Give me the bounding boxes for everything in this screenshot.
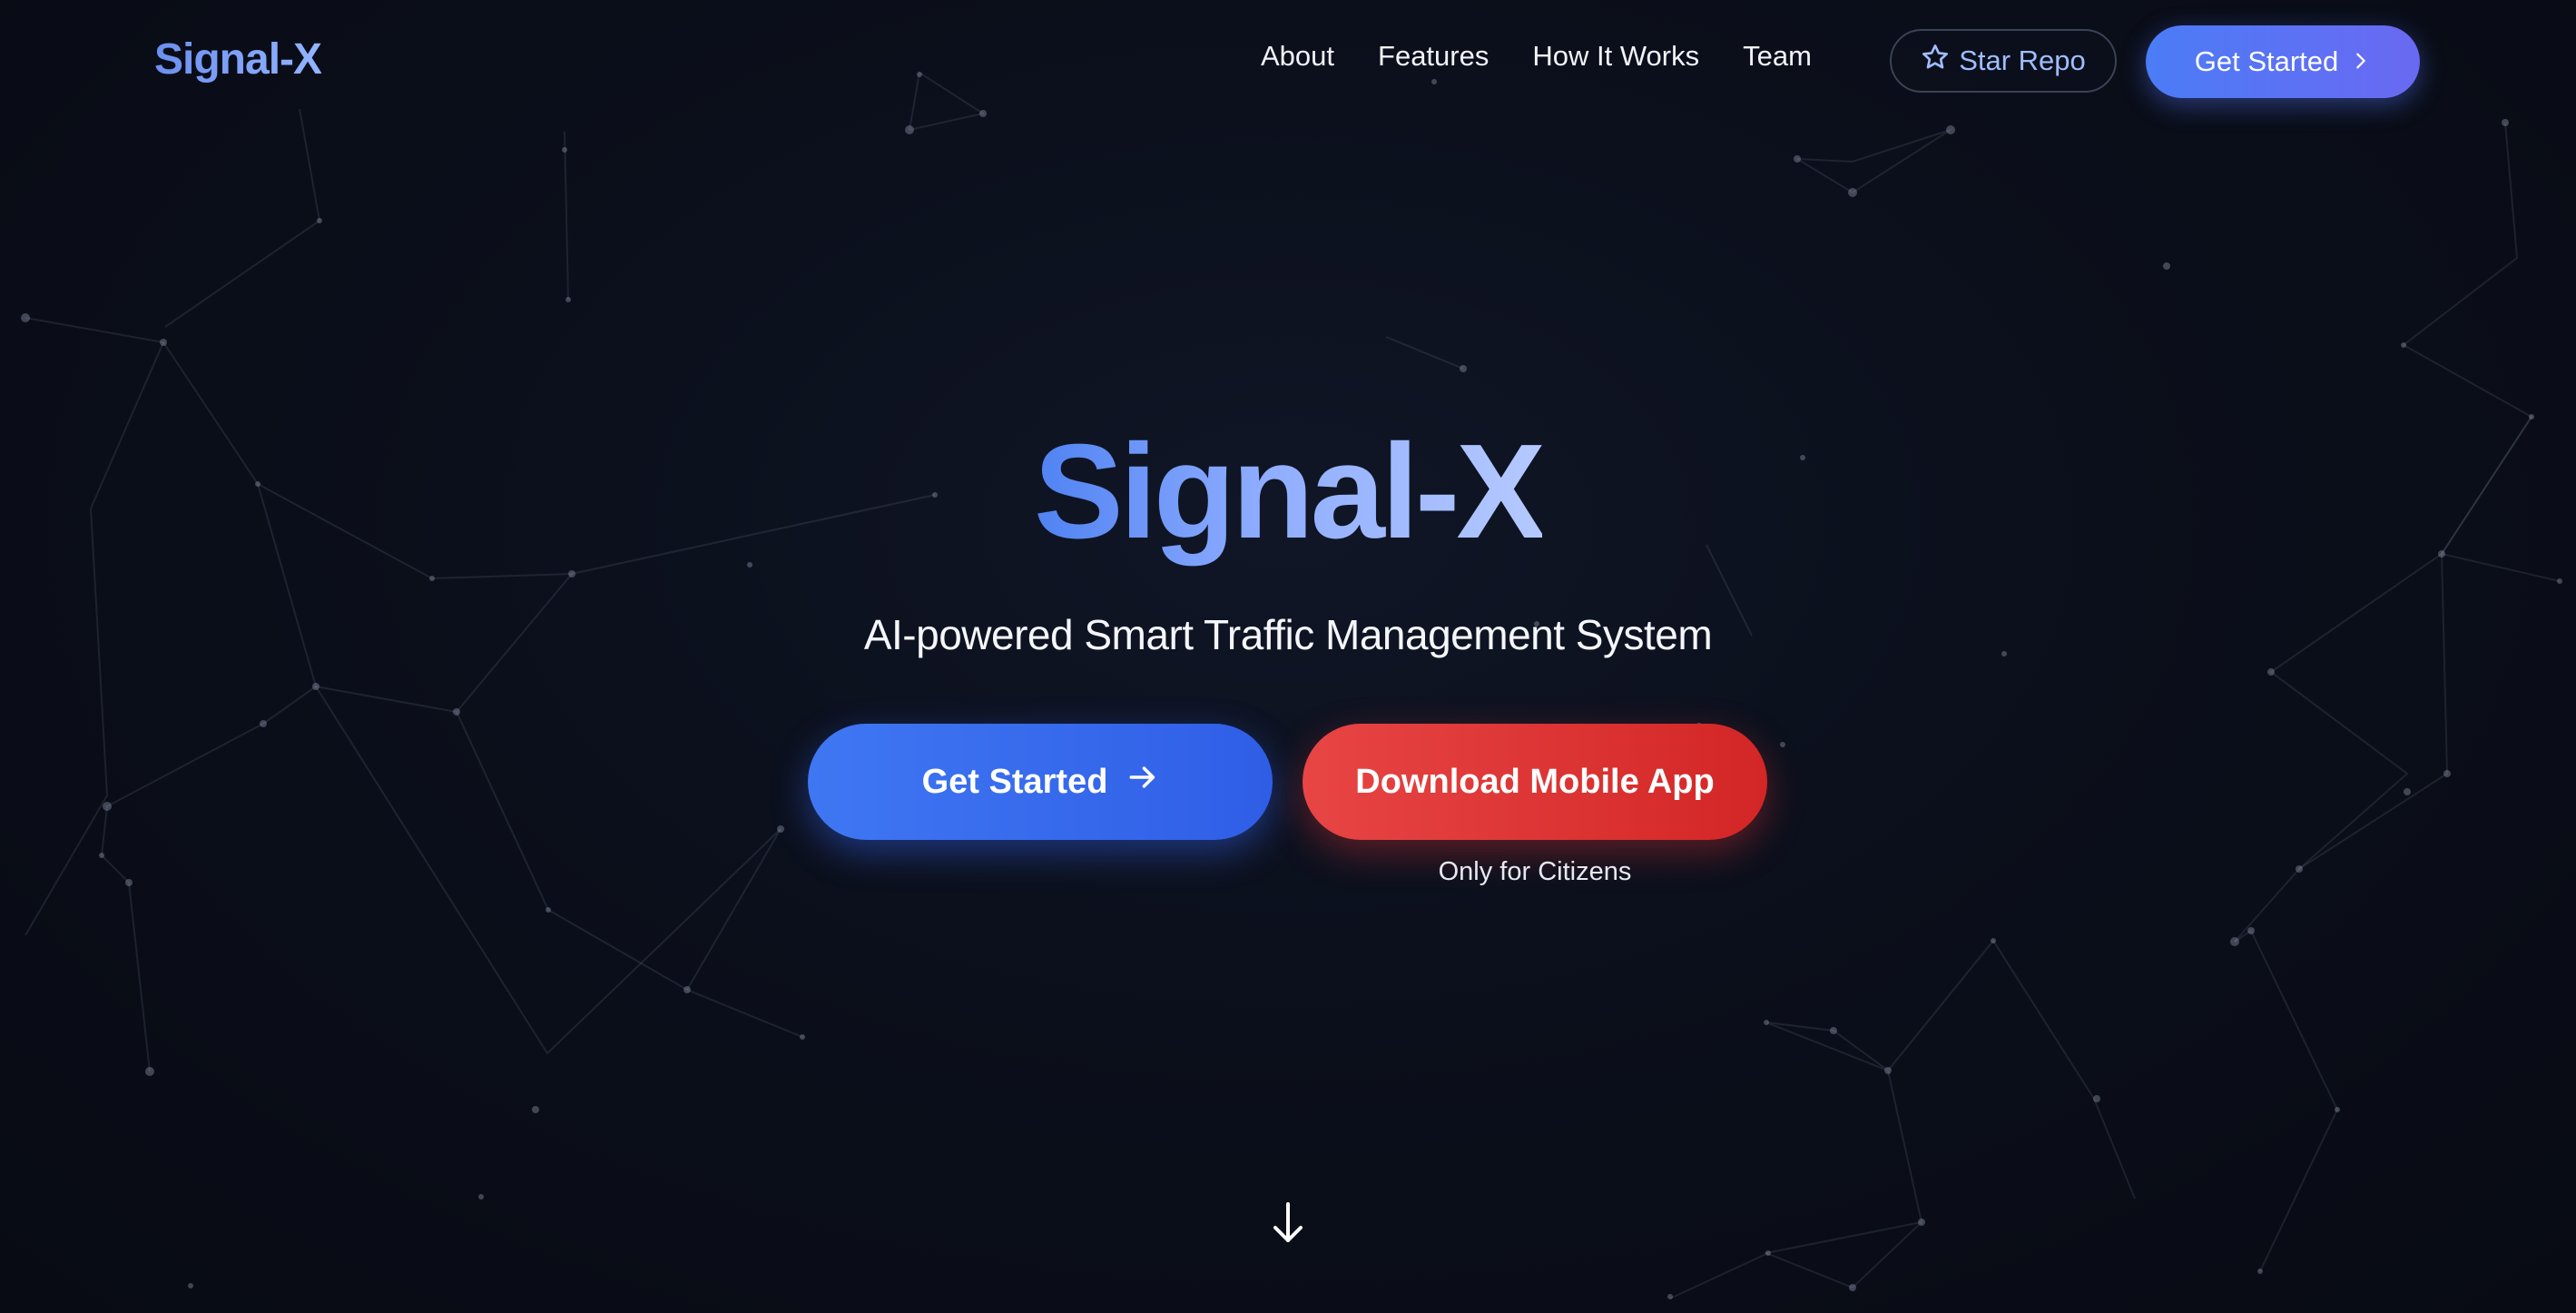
download-mobile-app-button[interactable]: Download Mobile App [1303,724,1767,840]
chevron-right-icon [2351,45,2371,78]
download-mobile-app-label: Download Mobile App [1355,762,1715,801]
star-repo-button[interactable]: Star Repo [1890,29,2117,93]
nav-link-about[interactable]: About [1261,40,1334,73]
nav-get-started-label: Get Started [2194,45,2339,77]
arrow-right-icon [1127,762,1158,802]
landing-page: Signal-X About Features How It Works Tea… [0,0,2576,1313]
nav-link-how-it-works[interactable]: How It Works [1532,40,1699,73]
nav-link-features[interactable]: Features [1378,40,1489,73]
top-navbar: Signal-X About Features How It Works Tea… [0,0,2576,123]
hero-subtitle: AI-powered Smart Traffic Management Syst… [863,611,1713,658]
star-icon [1921,43,1950,79]
nav-link-team[interactable]: Team [1743,40,1812,73]
citizens-caption: Only for Citizens [1438,857,1632,886]
arrow-down-icon[interactable] [1268,1200,1308,1246]
star-repo-label: Star Repo [1959,44,2086,76]
hero-title-text: Signal-X [1033,417,1546,567]
nav-links: About Features How It Works Team [1261,40,1812,73]
brand-logo[interactable]: Signal-X [154,35,322,84]
nav-get-started-button[interactable]: Get Started [2146,25,2420,98]
hero-title: Signal-X [0,425,2576,559]
hero-get-started-label: Get Started [921,762,1108,801]
hero-get-started-button[interactable]: Get Started [808,724,1273,840]
